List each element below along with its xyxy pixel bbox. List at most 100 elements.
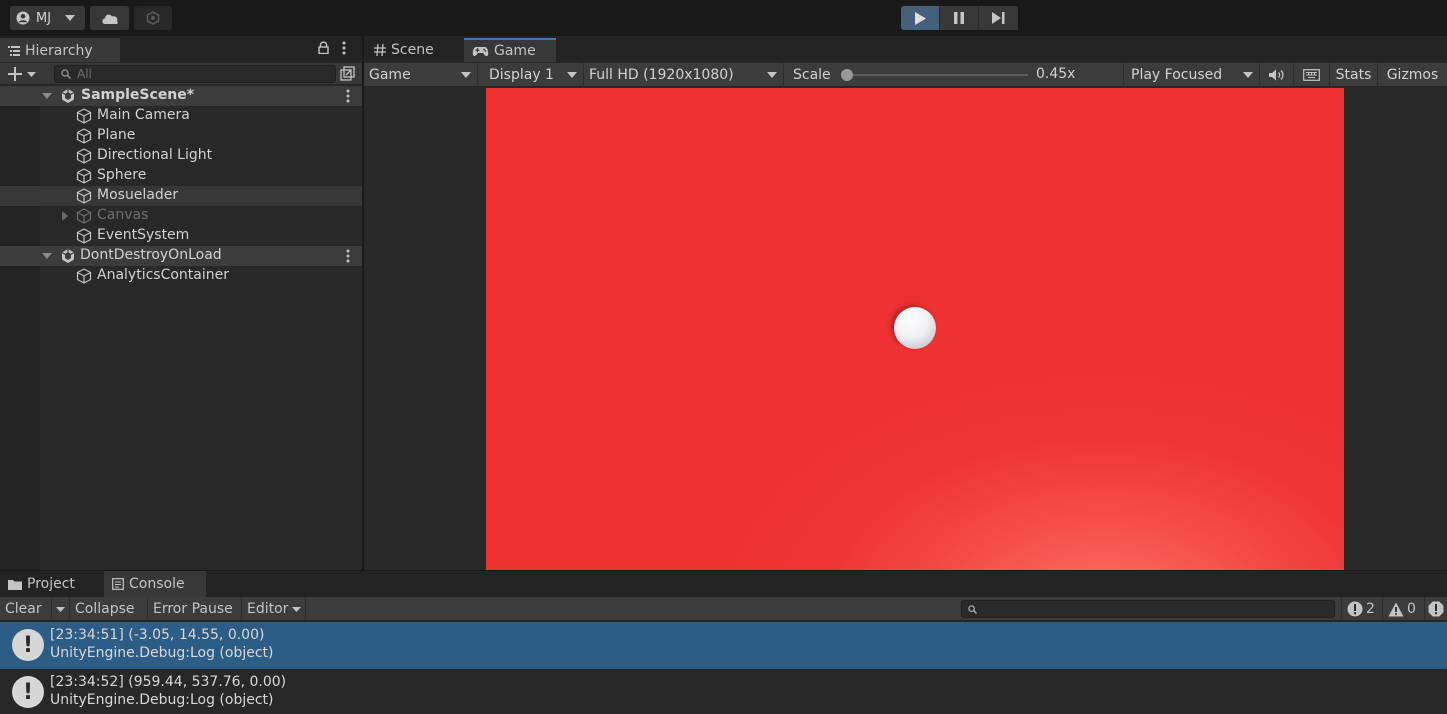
hierarchy-scene-label: SampleScene* bbox=[81, 87, 195, 103]
console-log-entry[interactable]: ! [23:34:51] (-3.05, 14.55, 0.00) UnityE… bbox=[0, 622, 1447, 669]
keyboard-icon bbox=[1303, 69, 1320, 81]
expand-arrow-icon[interactable] bbox=[42, 91, 52, 101]
clear-options-dropdown[interactable] bbox=[52, 597, 70, 621]
main-toolbar: MJ bbox=[0, 0, 1447, 36]
account-dropdown[interactable]: MJ bbox=[10, 6, 85, 30]
tab-console[interactable]: Console bbox=[104, 571, 206, 597]
hierarchy-toolbar: All bbox=[0, 63, 362, 85]
info-filter-button[interactable]: 2 bbox=[1341, 597, 1383, 621]
lock-icon[interactable] bbox=[318, 41, 329, 54]
search-icon bbox=[968, 604, 977, 614]
hierarchy-item[interactable]: Plane bbox=[0, 126, 362, 146]
hierarchy-scene-row[interactable]: SampleScene* bbox=[0, 86, 362, 106]
play-button[interactable] bbox=[901, 6, 940, 30]
scene-visibility-icon[interactable] bbox=[340, 66, 355, 81]
hierarchy-item-label: Canvas bbox=[97, 207, 149, 223]
hierarchy-item-label: Sphere bbox=[97, 167, 147, 183]
create-dropdown[interactable] bbox=[8, 67, 36, 81]
gameobject-cube-icon bbox=[76, 108, 92, 124]
display-dropdown[interactable]: Display 1 bbox=[484, 63, 584, 87]
pause-button[interactable] bbox=[940, 6, 979, 30]
scale-slider-track[interactable] bbox=[846, 74, 1028, 76]
info-count: 2 bbox=[1366, 601, 1375, 617]
list-icon bbox=[8, 46, 20, 56]
hierarchy-scene-label: DontDestroyOnLoad bbox=[80, 247, 222, 263]
chevron-down-icon bbox=[767, 72, 777, 78]
step-button[interactable] bbox=[979, 6, 1018, 30]
view-mode-dropdown[interactable]: Game bbox=[364, 63, 478, 87]
clear-button[interactable]: Clear bbox=[0, 597, 52, 621]
gizmos-label: Gizmos bbox=[1386, 67, 1439, 83]
scale-slider-thumb[interactable] bbox=[841, 69, 853, 81]
hierarchy-item[interactable]: EventSystem bbox=[0, 226, 362, 246]
log-info-icon: ! bbox=[12, 676, 44, 708]
console-log-entry[interactable]: ! [23:34:52] (959.44, 537.76, 0.00) Unit… bbox=[0, 669, 1447, 714]
step-icon bbox=[992, 12, 1005, 24]
gameobject-cube-icon bbox=[76, 148, 92, 164]
warning-icon bbox=[1388, 602, 1404, 617]
unity-scene-icon bbox=[60, 248, 76, 264]
warning-count: 0 bbox=[1407, 601, 1416, 617]
gamepad-icon bbox=[472, 46, 489, 57]
warning-filter-button[interactable]: 0 bbox=[1383, 597, 1425, 621]
cloud-icon bbox=[101, 12, 119, 24]
error-pause-button[interactable]: Error Pause bbox=[148, 597, 242, 621]
account-label: MJ bbox=[36, 10, 52, 26]
search-icon bbox=[61, 69, 71, 79]
hierarchy-item[interactable]: AnalyticsContainer bbox=[0, 266, 362, 286]
gizmos-button[interactable]: Gizmos bbox=[1378, 63, 1447, 87]
mute-audio-button[interactable] bbox=[1260, 63, 1294, 87]
stats-button[interactable]: Stats bbox=[1330, 63, 1378, 87]
scene-menu-icon[interactable] bbox=[346, 89, 350, 103]
hierarchy-item-label: Main Camera bbox=[97, 107, 190, 123]
console-tabbar: Project Console bbox=[0, 571, 1447, 597]
tab-console-label: Console bbox=[129, 576, 185, 592]
hierarchy-item[interactable]: Directional Light bbox=[0, 146, 362, 166]
panel-menu-icon[interactable] bbox=[342, 41, 346, 55]
tab-game[interactable]: Game bbox=[464, 38, 556, 62]
log-stacktrace: UnityEngine.Debug:Log (object) bbox=[50, 692, 274, 708]
gameobject-cube-icon bbox=[76, 228, 92, 244]
tab-hierarchy[interactable]: Hierarchy bbox=[0, 38, 120, 62]
collab-icon bbox=[146, 11, 160, 25]
console-search-input[interactable] bbox=[961, 600, 1335, 618]
cloud-button[interactable] bbox=[90, 6, 129, 30]
resolution-value: Full HD (1920x1080) bbox=[589, 67, 734, 83]
game-viewport[interactable] bbox=[486, 88, 1344, 570]
editor-dropdown[interactable]: Editor bbox=[242, 597, 306, 621]
chevron-down-icon bbox=[1243, 72, 1253, 78]
hierarchy-item[interactable]: Main Camera bbox=[0, 106, 362, 126]
unity-scene-icon bbox=[60, 88, 76, 104]
hierarchy-search-input[interactable]: All bbox=[54, 65, 336, 83]
hierarchy-item[interactable]: Canvas bbox=[0, 206, 362, 226]
scene-menu-icon[interactable] bbox=[346, 249, 350, 263]
log-message: [23:34:52] (959.44, 537.76, 0.00) bbox=[50, 674, 287, 690]
play-mode-value: Play Focused bbox=[1131, 67, 1223, 83]
error-filter-button[interactable] bbox=[1425, 597, 1447, 621]
collapse-button[interactable]: Collapse bbox=[70, 597, 148, 621]
hierarchy-item-label: Plane bbox=[97, 127, 136, 143]
hierarchy-item[interactable]: Mosuelader bbox=[0, 186, 362, 206]
log-message: [23:34:51] (-3.05, 14.55, 0.00) bbox=[50, 627, 265, 643]
log-info-icon: ! bbox=[12, 629, 44, 661]
resolution-dropdown[interactable]: Full HD (1920x1080) bbox=[584, 63, 784, 87]
error-icon bbox=[1428, 601, 1444, 617]
tab-project[interactable]: Project bbox=[0, 571, 104, 597]
chevron-down-icon bbox=[461, 72, 471, 78]
hierarchy-tabbar: Hierarchy bbox=[0, 36, 362, 62]
shortcuts-button[interactable] bbox=[1294, 63, 1330, 87]
collab-button[interactable] bbox=[134, 6, 172, 30]
editor-label: Editor bbox=[247, 601, 289, 617]
console-toolbar: Clear Collapse Error Pause Editor 2 0 bbox=[0, 597, 1447, 621]
hierarchy-item-label: Directional Light bbox=[97, 147, 213, 163]
collapse-arrow-icon[interactable] bbox=[60, 211, 70, 221]
hierarchy-item[interactable]: Sphere bbox=[0, 166, 362, 186]
play-mode-dropdown[interactable]: Play Focused bbox=[1126, 63, 1260, 87]
expand-arrow-icon[interactable] bbox=[42, 251, 52, 261]
tab-scene[interactable]: Scene bbox=[366, 38, 462, 62]
hierarchy-item-label: Mosuelader bbox=[97, 187, 179, 203]
hierarchy-scene-row[interactable]: DontDestroyOnLoad bbox=[0, 246, 362, 266]
gameobject-cube-icon bbox=[76, 168, 92, 184]
clear-label: Clear bbox=[5, 601, 42, 617]
error-pause-label: Error Pause bbox=[153, 601, 233, 617]
